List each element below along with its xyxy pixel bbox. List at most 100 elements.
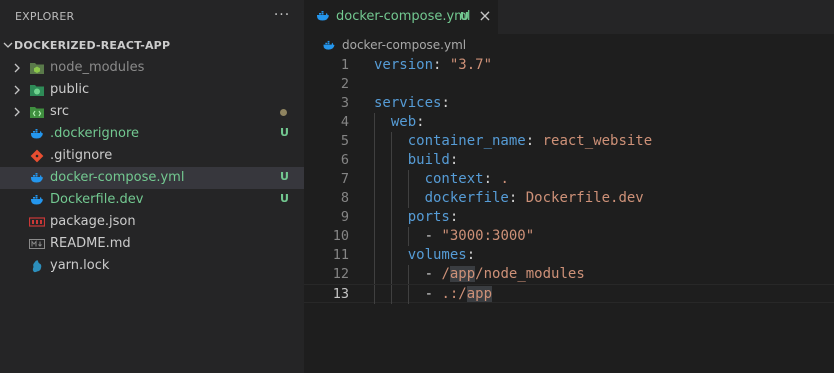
code-token: "3.7" (449, 57, 493, 73)
line-number: 11 (332, 247, 349, 263)
code-token: version (374, 57, 434, 73)
tree-item-label: public (50, 82, 90, 97)
code-token: context (424, 171, 484, 187)
code-text: volumes: (374, 247, 475, 263)
folder-item-node-modules[interactable]: node_modules (0, 57, 304, 79)
code-token: . (500, 171, 509, 187)
code-line[interactable]: 4 web: (304, 113, 834, 132)
project-title: DOCKERIZED-REACT-APP (14, 39, 171, 52)
code-line[interactable]: 6 build: (304, 151, 834, 170)
chevron-right-icon (14, 85, 20, 95)
file-item-dockerfile-dev[interactable]: Dockerfile.dev U (0, 189, 304, 211)
code-text: - /app/node_modules (374, 266, 585, 282)
code-text: services: (374, 95, 450, 111)
code-line[interactable]: 7 context: . (304, 170, 834, 189)
line-number: 1 (340, 57, 349, 73)
git-icon (29, 149, 45, 163)
untracked-badge: U (280, 170, 289, 183)
tab-docker-compose[interactable]: docker-compose.yml U × (304, 0, 498, 35)
code-token: /node_modules (475, 266, 585, 282)
more-actions-button[interactable]: ··· (272, 6, 292, 26)
folder-item-public[interactable]: public (0, 79, 304, 101)
line-number: 5 (340, 133, 349, 149)
file-item-yarn-lock[interactable]: yarn.lock (0, 255, 304, 277)
code-token: : (483, 171, 501, 187)
code-line[interactable]: 1 version: "3.7" (304, 56, 834, 75)
code-token: - (424, 228, 442, 244)
folder-item-src[interactable]: src (0, 101, 304, 123)
code-token: : (508, 190, 526, 206)
explorer-header: EXPLORER ··· (0, 0, 304, 34)
code-line[interactable]: 2 (304, 75, 834, 94)
tree-item-label: README.md (50, 236, 131, 251)
close-icon[interactable]: × (477, 6, 493, 26)
file-item-docker-compose-yml[interactable]: docker-compose.yml U (0, 167, 304, 189)
code-token: : (449, 209, 459, 225)
line-number: 2 (340, 76, 349, 92)
code-line[interactable]: 8 dockerfile: Dockerfile.dev (304, 189, 834, 208)
line-number: 12 (332, 266, 349, 282)
tab-bar: docker-compose.yml U × (304, 0, 834, 35)
code-text: - "3000:3000" (374, 228, 535, 244)
file-item-readme-md[interactable]: README.md (0, 233, 304, 255)
code-token: app (466, 286, 493, 302)
node-modules-folder-icon (29, 61, 45, 75)
file-item-gitignore[interactable]: .gitignore (0, 145, 304, 167)
code-text: - .:/app (374, 286, 493, 302)
code-token: container_name (407, 133, 526, 149)
yarn-icon (29, 259, 45, 273)
code-text: web: (374, 114, 425, 130)
untracked-badge: U (280, 192, 289, 205)
tree-item-label: yarn.lock (50, 258, 110, 273)
modified-indicator-dot (280, 109, 287, 116)
project-folder-header[interactable]: DOCKERIZED-REACT-APP (0, 35, 304, 57)
file-item-dockerignore[interactable]: .dockerignore U (0, 123, 304, 145)
docker-icon (29, 193, 45, 207)
tree-item-label: Dockerfile.dev (50, 192, 144, 207)
code-token: - (424, 286, 442, 302)
line-number: 8 (340, 190, 349, 206)
code-text: context: . (374, 171, 509, 187)
chevron-down-icon (3, 42, 13, 48)
code-editor[interactable]: 1 version: "3.7" 2 3 services: 4 web: 5 contai… (304, 55, 834, 373)
code-text: version: "3.7" (374, 57, 492, 73)
code-text: dockerfile: Dockerfile.dev (374, 190, 644, 206)
explorer-sidebar: EXPLORER ··· DOCKERIZED-REACT-APP node_m… (0, 0, 304, 373)
tree-item-label: package.json (50, 214, 136, 229)
breadcrumb[interactable]: docker-compose.yml (304, 35, 834, 55)
code-line[interactable]: 3 services: (304, 94, 834, 113)
code-token: services (374, 95, 442, 111)
editor-area: docker-compose.yml U × docker-compose.ym… (304, 0, 834, 373)
breadcrumb-label: docker-compose.yml (342, 38, 467, 52)
code-line[interactable]: 11 volumes: (304, 246, 834, 265)
code-line[interactable]: 9 ports: (304, 208, 834, 227)
docker-icon (29, 171, 45, 185)
code-line[interactable]: 5 container_name: react_website (304, 132, 834, 151)
code-line[interactable]: 13 - .:/app (304, 284, 834, 304)
code-line[interactable]: 10 - "3000:3000" (304, 227, 834, 246)
line-number: 7 (340, 171, 349, 187)
file-item-package-json[interactable]: package.json (0, 211, 304, 233)
npm-icon (29, 215, 45, 229)
code-token: web (390, 114, 417, 130)
code-token: : (441, 95, 450, 111)
code-token: app (449, 266, 476, 282)
untracked-badge: U (460, 10, 469, 23)
line-number: 4 (340, 114, 349, 130)
explorer-title: EXPLORER (15, 10, 75, 23)
code-line[interactable]: 12 - /app/node_modules (304, 265, 834, 284)
line-number: 13 (332, 286, 349, 302)
chevron-right-icon (14, 63, 20, 73)
tree-item-label: .gitignore (50, 148, 113, 163)
code-token: react_website (542, 133, 653, 149)
docker-icon (317, 11, 329, 21)
docker-icon (323, 40, 335, 50)
